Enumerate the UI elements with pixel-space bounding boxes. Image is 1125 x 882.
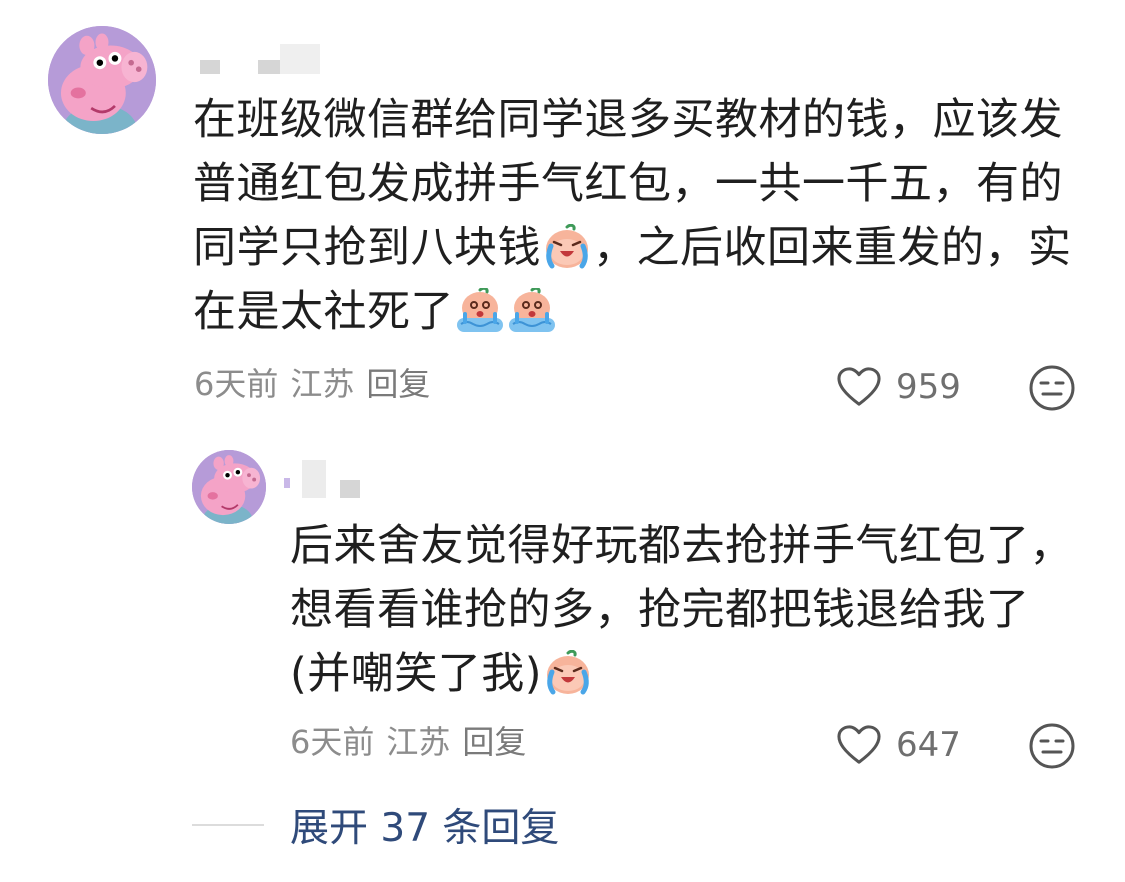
comment-text: 后来舍友觉得好玩都去抢拼手气红包了， 想看看谁抢的多，抢完都把钱退给我了 (并嘲笑了… — [290, 514, 1073, 706]
dislike-button[interactable] — [1028, 364, 1076, 412]
like-count: 959 — [896, 367, 961, 407]
comment-text-segment: 在是太社死了 — [193, 287, 454, 337]
dislike-button[interactable] — [1028, 722, 1076, 770]
comment-line: 在班级微信群给同学退多买教材的钱，应该发 — [193, 95, 1063, 145]
neutral-face-icon — [1029, 365, 1075, 411]
comment-line: 后来舍友觉得好玩都去抢拼手气红包了， — [290, 521, 1073, 571]
comment-meta: 6天前 江苏 回复 — [290, 722, 538, 762]
comment-text-segment: 同学只抢到八块钱 — [193, 223, 541, 273]
comment-text: 在班级微信群给同学退多买教材的钱，应该发 普通红包发成拼手气红包，一共一千五，有的… — [193, 88, 1072, 344]
reply-button[interactable]: 回复 — [366, 365, 430, 403]
like-count: 647 — [896, 725, 961, 765]
sob-tears-emoji — [507, 288, 557, 334]
neutral-face-icon — [1029, 723, 1075, 769]
like-button[interactable]: 959 — [836, 364, 961, 410]
comment-line: (并嘲笑了我) — [290, 642, 1073, 706]
comment-time: 6天前 — [194, 365, 279, 403]
peppa-pig-avatar-icon — [48, 26, 156, 134]
heart-outline-icon — [837, 725, 881, 764]
comment-thread: 在班级微信群给同学退多买教材的钱，应该发 普通红包发成拼手气红包，一共一千五，有的… — [0, 0, 1125, 882]
crying-face-emoji — [543, 650, 593, 696]
comment-line: 普通红包发成拼手气红包，一共一千五，有的 — [193, 159, 1063, 209]
sob-tears-emoji — [455, 288, 505, 334]
reply-button[interactable]: 回复 — [462, 723, 526, 761]
comment-line: 想看看谁抢的多，抢完都把钱退给我了 — [290, 585, 1030, 635]
peppa-pig-avatar-icon — [192, 450, 266, 524]
comment-line: 同学只抢到八块钱 ，之后收回来重发的，实 — [193, 216, 1072, 280]
crying-face-emoji — [542, 224, 592, 270]
heart-outline-icon — [837, 367, 881, 406]
comment-location: 江苏 — [290, 365, 355, 403]
username-redacted[interactable] — [200, 44, 330, 74]
avatar[interactable] — [192, 450, 266, 524]
avatar[interactable] — [48, 26, 156, 134]
comment-text-segment: (并嘲笑了我) — [290, 649, 543, 699]
comment-meta: 6天前 江苏 回复 — [194, 364, 442, 404]
expand-replies-row[interactable]: 展开 37 条回复 — [192, 797, 559, 853]
like-button[interactable]: 647 — [836, 722, 961, 768]
comment-line: 在是太社死了 — [193, 280, 1072, 344]
username-redacted[interactable] — [284, 460, 384, 498]
comment-text-segment: ，之后收回来重发的，实 — [593, 223, 1072, 273]
expand-replies-button[interactable]: 展开 37 条回复 — [290, 797, 559, 853]
divider — [192, 824, 264, 826]
comment-location: 江苏 — [386, 723, 451, 761]
comment-time: 6天前 — [290, 723, 375, 761]
